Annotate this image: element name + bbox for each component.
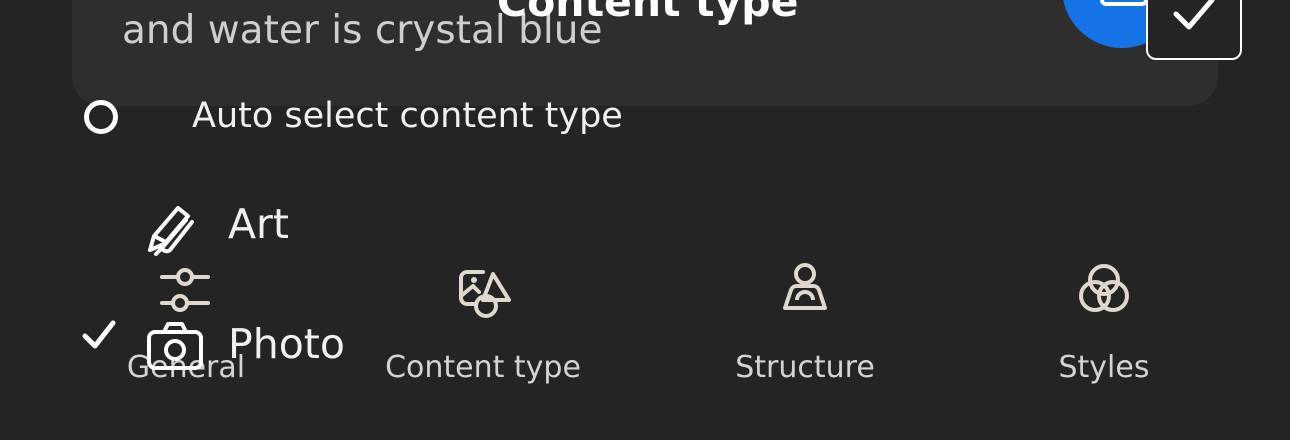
tab-structure[interactable]: Structure — [675, 250, 935, 400]
generate-icon — [1100, 0, 1148, 6]
confirm-button[interactable] — [1146, 0, 1242, 60]
content-type-label: Photo — [228, 320, 345, 368]
sheet-title: Content type — [497, 0, 799, 26]
overlapping-circles-icon — [1079, 264, 1129, 312]
checkmark-icon — [1173, 0, 1215, 30]
tab-structure-label: Structure — [735, 350, 875, 385]
auto-select-option[interactable]: Auto select content type — [84, 96, 624, 144]
image-shapes-icon — [459, 270, 511, 318]
tab-styles[interactable]: Styles — [974, 250, 1234, 400]
auto-select-label: Auto select content type — [192, 96, 623, 136]
structure-person-icon — [783, 263, 827, 310]
tab-content-type-label: Content type — [385, 350, 581, 385]
checkmark-icon — [82, 320, 116, 349]
content-type-label: Art — [228, 200, 289, 248]
tab-styles-label: Styles — [1058, 350, 1150, 385]
tab-content-type[interactable]: Content type — [353, 250, 613, 400]
camera-icon — [147, 322, 203, 370]
sliders-icon — [160, 268, 210, 312]
pen-brush-icon — [148, 206, 194, 256]
radio-button[interactable] — [84, 100, 118, 134]
